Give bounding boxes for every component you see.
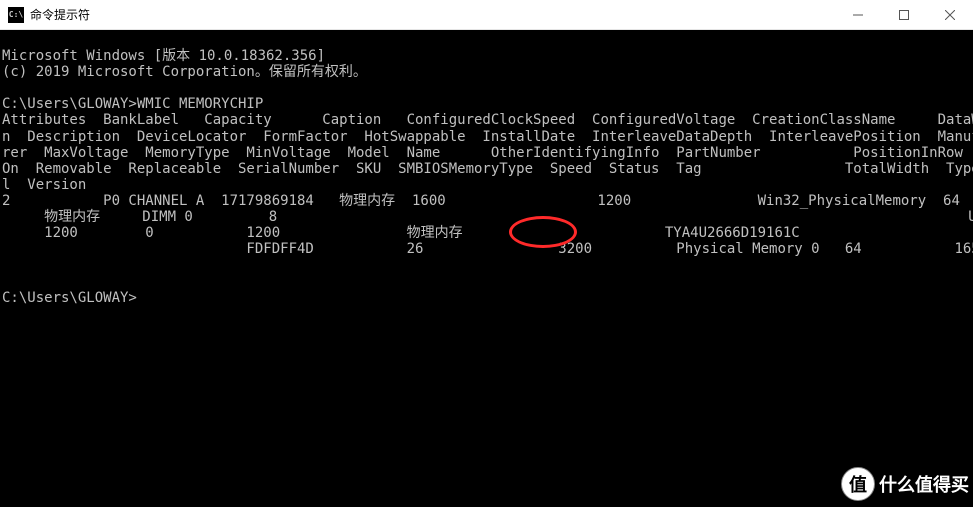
app-icon: C:\ (8, 7, 24, 23)
terminal-line: l Version (2, 177, 86, 193)
terminal-line: (c) 2019 Microsoft Corporation。保留所有权利。 (2, 64, 367, 80)
minimize-button[interactable] (835, 0, 881, 29)
close-icon (945, 10, 955, 20)
maximize-button[interactable] (881, 0, 927, 29)
terminal-line: On Removable Replaceable SerialNumber SK… (2, 161, 973, 177)
terminal-line: Attributes BankLabel Capacity Caption Co… (2, 112, 973, 128)
command-prompt-window: C:\ 命令提示符 Microsoft Windows [版本 10.0.183… (0, 0, 973, 507)
watermark-badge-icon: 值 (841, 467, 875, 501)
terminal-output[interactable]: Microsoft Windows [版本 10.0.18362.356] (c… (0, 30, 973, 507)
terminal-line: 1200 0 1200 物理内存 TYA4U2666D19161C (2, 225, 800, 241)
terminal-line: FDFDFF4D 26 3200 Physical Memory 0 64 16… (2, 241, 973, 257)
terminal-line: n Description DeviceLocator FormFactor H… (2, 129, 973, 145)
window-title: 命令提示符 (30, 6, 835, 23)
window-controls (835, 0, 973, 29)
terminal-line: rer MaxVoltage MemoryType MinVoltage Mod… (2, 145, 973, 161)
terminal-line: 2 P0 CHANNEL A 17179869184 物理内存 1600 120… (2, 193, 960, 209)
titlebar[interactable]: C:\ 命令提示符 (0, 0, 973, 30)
minimize-icon (853, 10, 863, 20)
terminal-prompt: C:\Users\GLOWAY>WMIC MEMORYCHIP (2, 96, 263, 112)
maximize-icon (899, 10, 909, 20)
close-button[interactable] (927, 0, 973, 29)
watermark: 值 什么值得买 (841, 467, 969, 501)
terminal-prompt: C:\Users\GLOWAY> (2, 290, 137, 306)
terminal-line: 物理内存 DIMM 0 8 Unknown (2, 209, 973, 225)
watermark-text: 什么值得买 (879, 471, 969, 497)
terminal-line: Microsoft Windows [版本 10.0.18362.356] (2, 48, 325, 64)
